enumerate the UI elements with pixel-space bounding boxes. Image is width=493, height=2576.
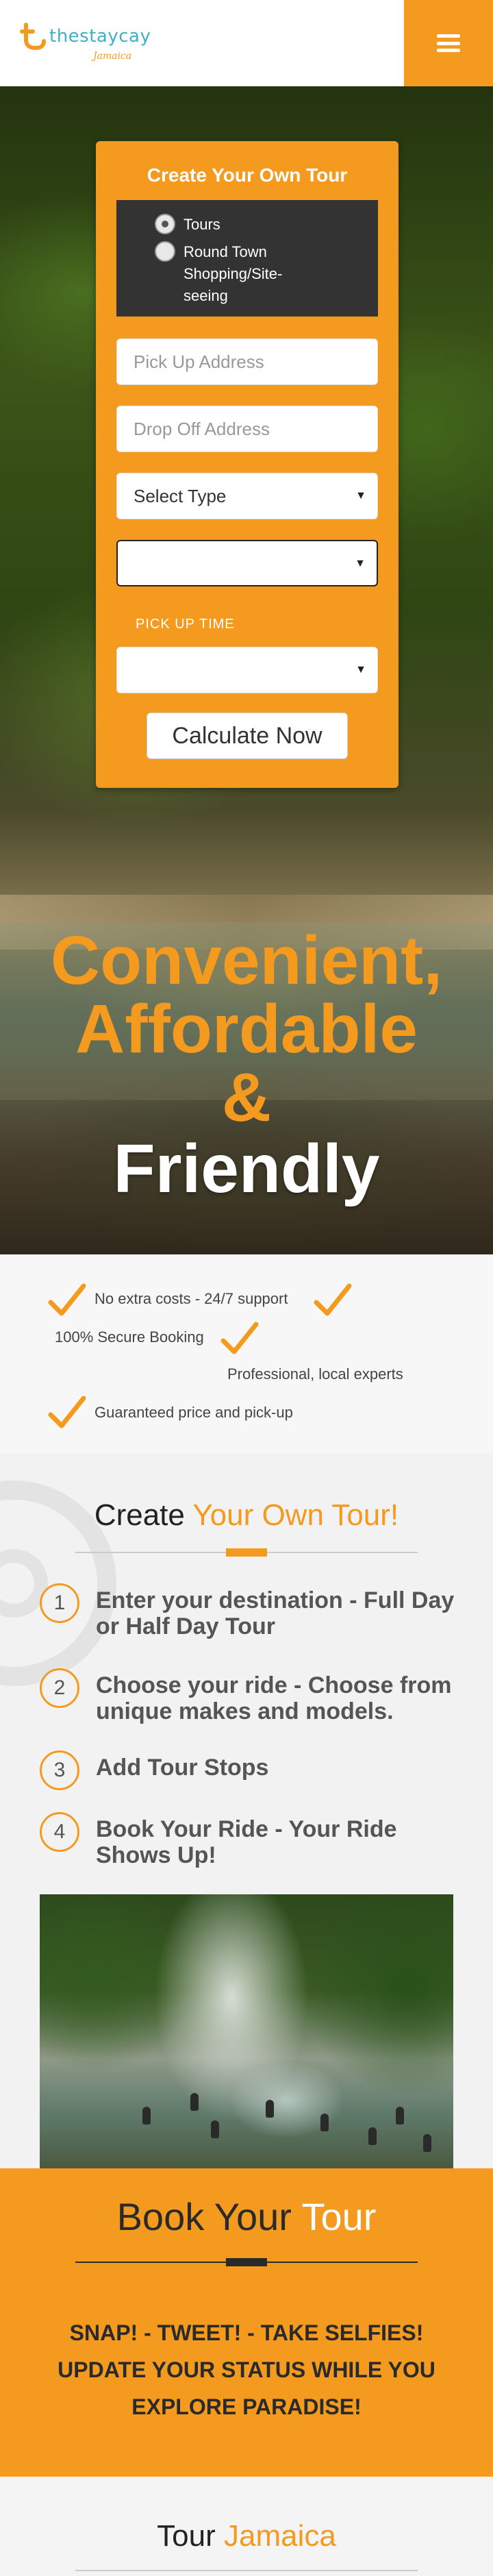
steps-title-accent: Your Own Tour! [192, 1498, 399, 1532]
features-section: No extra costs - 24/7 support 100% Secur… [0, 1254, 493, 1453]
title-underline [75, 2258, 418, 2266]
step-text: Add Tour Stops [96, 1755, 269, 1781]
hamburger-icon [437, 34, 460, 52]
waterfall-photo [40, 1894, 453, 2168]
create-tour-form: Create Your Own Tour Tours Round Town Sh… [96, 141, 399, 788]
checkmark-icon [220, 1322, 259, 1354]
hero-section: Create Your Own Tour Tours Round Town Sh… [0, 86, 493, 1254]
logo-mark-icon [20, 23, 46, 51]
caret-down-icon: ▼ [355, 490, 366, 501]
logo-tagline: Jamaica [93, 51, 132, 62]
book-title: Book Your Tour [0, 2194, 493, 2239]
step-number: 2 [40, 1668, 79, 1708]
hero-headline-4: Friendly [113, 1130, 380, 1207]
step-text: Book Your Ride - Your Ride Shows Up! [96, 1816, 397, 1868]
radio-tours[interactable]: Tours [155, 214, 320, 236]
site-header: thestaycay Jamaica [0, 0, 493, 86]
radio-round-town[interactable]: Round Town Shopping/Site-seeing [155, 241, 320, 307]
checkmark-icon [48, 1396, 86, 1428]
step-3: 3 Add Tour Stops [40, 1750, 457, 1792]
site-logo[interactable]: thestaycay Jamaica [19, 19, 156, 67]
steps-title-plain: Create [94, 1498, 193, 1532]
feature-secure-booking: 100% Secure Booking [55, 1328, 204, 1346]
type-select[interactable]: Select Type ▼ [116, 473, 378, 519]
dropoff-address-input[interactable]: Drop Off Address [116, 406, 378, 452]
menu-button[interactable] [404, 0, 493, 86]
secondary-select[interactable]: ▼ [116, 540, 378, 586]
type-select-value: Select Type [134, 485, 227, 506]
caret-down-icon: ▼ [355, 558, 366, 569]
step-text: Choose your ride - Choose from unique ma… [96, 1672, 452, 1724]
tour-jamaica-title-accent: Jamaica [223, 2519, 336, 2553]
steps-title: Create Your Own Tour! [0, 1498, 493, 1533]
step-number: 1 [40, 1583, 79, 1623]
title-underline [75, 2570, 418, 2571]
checkmark-icon [48, 1283, 86, 1316]
form-title: Create Your Own Tour [147, 164, 348, 186]
radio-tours-label: Tours [184, 216, 220, 233]
pickup-address-input[interactable]: Pick Up Address [116, 338, 378, 385]
step-number: 3 [40, 1750, 79, 1790]
tour-jamaica-title-plain: Tour [157, 2519, 224, 2553]
checkmark-icon [314, 1283, 352, 1316]
tour-jamaica-section: Tour Jamaica [0, 2477, 493, 2576]
title-underline [75, 1548, 418, 1557]
step-text: Enter your destination - Full Day or Hal… [96, 1587, 455, 1639]
pickup-time-select[interactable]: ▼ [116, 647, 378, 693]
book-tagline-3: EXPLORE PARADISE! [131, 2394, 362, 2419]
book-tagline-1: SNAP! - TWEET! - TAKE SELFIES! [69, 2320, 424, 2345]
hero-headline-3: & [221, 1059, 272, 1136]
logo-wordmark: thestaycay [49, 26, 151, 47]
step-1: 1 Enter your destination - Full Day or H… [40, 1583, 457, 1645]
pickup-time-label: PICK UP TIME [136, 617, 235, 632]
calculate-now-button[interactable]: Calculate Now [147, 713, 348, 759]
feature-guaranteed-price: Guaranteed price and pick-up [94, 1404, 293, 1421]
step-number: 4 [40, 1812, 79, 1852]
create-tour-steps-section: Create Your Own Tour! 1 Enter your desti… [0, 1453, 493, 2168]
step-2: 2 Choose your ride - Choose from unique … [40, 1668, 457, 1730]
hero-headline-1: Convenient, [50, 922, 443, 999]
tour-jamaica-title: Tour Jamaica [0, 2519, 493, 2553]
book-title-accent: Tour [301, 2195, 377, 2238]
radio-round-town-label: Round Town Shopping/Site-seeing [184, 243, 283, 304]
feature-no-extra-costs: No extra costs - 24/7 support [94, 1290, 288, 1307]
step-4: 4 Book Your Ride - Your Ride Shows Up! [40, 1812, 457, 1874]
book-title-plain: Book Your [116, 2195, 302, 2238]
radio-unchecked-icon[interactable] [155, 241, 175, 262]
caret-down-icon: ▼ [355, 664, 366, 676]
radio-checked-icon[interactable] [155, 214, 175, 234]
hero-headline-2: Affordable [75, 991, 418, 1067]
tour-type-radio-group: Tours Round Town Shopping/Site-seeing [116, 200, 378, 317]
book-your-tour-section: Book Your Tour SNAP! - TWEET! - TAKE SEL… [0, 2168, 493, 2477]
book-tagline-2: UPDATE YOUR STATUS WHILE YOU [58, 2357, 435, 2382]
feature-local-experts: Professional, local experts [227, 1365, 403, 1383]
